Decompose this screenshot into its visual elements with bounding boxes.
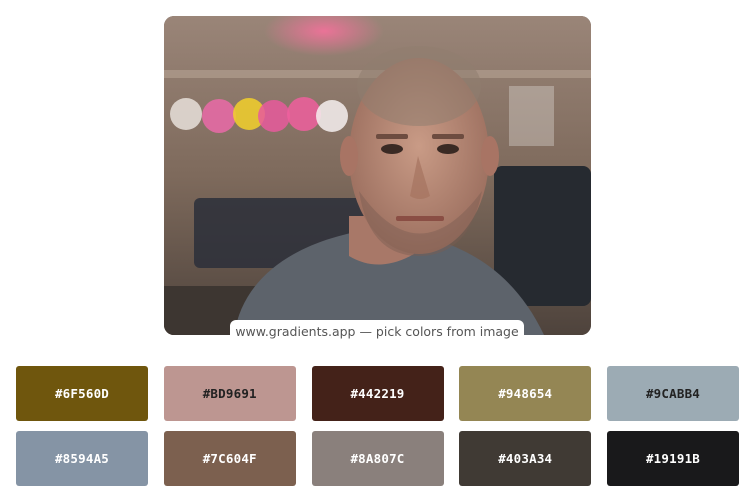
swatch-hex-label: #7C604F xyxy=(202,451,257,466)
swatch-hex-label: #BD9691 xyxy=(202,386,257,401)
color-swatch[interactable]: #8594A5 xyxy=(16,431,148,486)
source-caption: www.gradients.app — pick colors from ima… xyxy=(230,320,524,344)
source-photo xyxy=(164,16,591,335)
swatch-hex-label: #6F560D xyxy=(54,386,110,401)
color-swatch[interactable]: #19191B xyxy=(607,431,739,486)
color-palette: #6F560D #BD9691 #442219 #948654 #9CABB4 #8594… xyxy=(16,366,739,486)
portrait-photo-icon xyxy=(164,16,591,335)
color-swatch[interactable]: #6F560D xyxy=(16,366,148,421)
color-swatch[interactable]: #403A34 xyxy=(459,431,592,486)
swatch-hex-label: #442219 xyxy=(350,386,405,401)
swatch-hex-label: #948654 xyxy=(498,386,553,401)
swatch-hex-label: #9CABB4 xyxy=(645,386,701,401)
swatch-hex-label: #8A807C xyxy=(350,451,405,466)
color-swatch[interactable]: #948654 xyxy=(459,366,592,421)
color-swatch[interactable]: #BD9691 xyxy=(163,366,296,421)
color-swatch[interactable]: #8A807C xyxy=(311,431,444,486)
color-swatch[interactable]: #9CABB4 xyxy=(607,366,739,421)
color-swatch[interactable]: #7C604F xyxy=(163,431,296,486)
swatch-hex-label: #403A34 xyxy=(498,451,553,466)
color-swatch[interactable]: #442219 xyxy=(311,366,444,421)
swatch-hex-label: #19191B xyxy=(645,451,701,466)
swatch-hex-label: #8594A5 xyxy=(54,451,110,466)
